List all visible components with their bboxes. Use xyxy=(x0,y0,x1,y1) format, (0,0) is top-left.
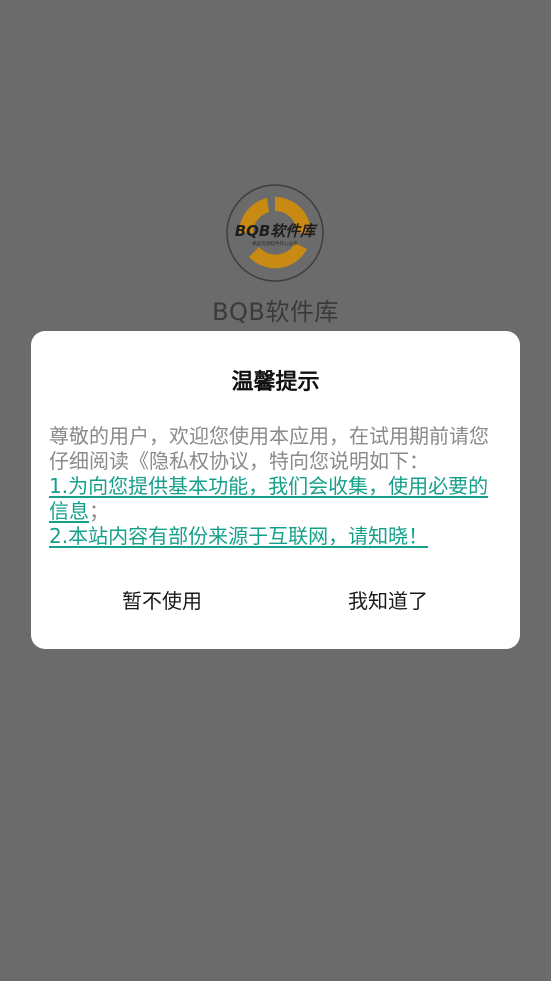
point-suffix: ； xyxy=(89,499,109,523)
logo-subtext: 精品资源软件开心分享 xyxy=(253,240,298,247)
dialog-button-row: 暂不使用 我知道了 xyxy=(31,583,520,619)
acknowledge-button[interactable]: 我知道了 xyxy=(288,583,488,619)
dialog-title: 温馨提示 xyxy=(231,370,320,395)
decline-button[interactable]: 暂不使用 xyxy=(62,583,262,619)
dialog-point: 2.本站内容有部份来源于互联网，请知晓！ xyxy=(49,524,503,549)
dialog-body: 尊敬的用户，欢迎您使用本应用，在试用期前请您仔细阅读《隐私权协议，特向您说明如下… xyxy=(49,424,503,549)
point-link[interactable]: 2.本站内容有部份来源于互联网，请知晓！ xyxy=(49,524,428,548)
privacy-dialog: 温馨提示 尊敬的用户，欢迎您使用本应用，在试用期前请您仔细阅读《隐私权协议，特向… xyxy=(31,331,520,649)
dialog-intro: 尊敬的用户，欢迎您使用本应用，在试用期前请您仔细阅读《隐私权协议，特向您说明如下… xyxy=(49,424,489,473)
logo-text: BQB软件库 xyxy=(235,222,319,240)
app-name: BQB软件库 xyxy=(212,298,339,326)
logo-icon: BQB软件库 精品资源软件开心分享 xyxy=(226,184,324,282)
app-logo: BQB软件库 精品资源软件开心分享 xyxy=(225,183,325,283)
point-link[interactable]: 1.为向您提供基本功能，我们会收集，使用必要的信息 xyxy=(49,474,488,523)
dialog-point: 1.为向您提供基本功能，我们会收集，使用必要的信息； xyxy=(49,474,503,524)
